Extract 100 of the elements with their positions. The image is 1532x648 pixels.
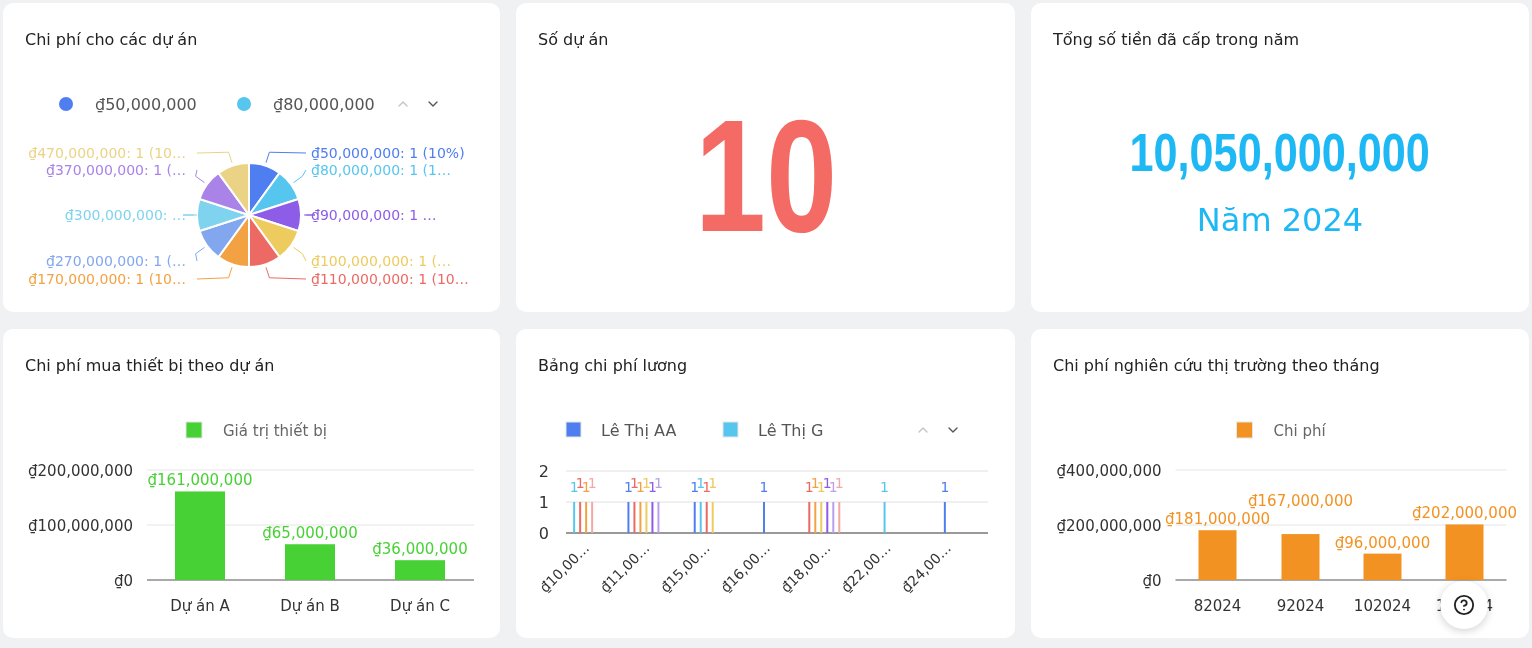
bar[interactable]: [585, 502, 588, 533]
value-label: 1: [822, 475, 832, 491]
bar[interactable]: [579, 502, 582, 533]
leader-line: [293, 169, 307, 184]
value-label: 1: [810, 475, 820, 491]
bar[interactable]: [1281, 534, 1320, 580]
value-label: ₫181,000,000: [1165, 510, 1270, 529]
value-label: 1: [708, 475, 718, 491]
project-count: 10: [694, 96, 837, 256]
leader-line: [265, 151, 307, 164]
card-title: Số dự án: [537, 29, 610, 51]
slice-label: ₫80,000,000: 1 (1…: [311, 162, 451, 178]
axis-label: Dự án C: [390, 597, 450, 615]
bar[interactable]: [711, 502, 714, 533]
value-label: 1: [587, 475, 597, 491]
bar[interactable]: [832, 502, 835, 533]
bar[interactable]: [657, 502, 660, 533]
card-title: Bảng chi phí lương: [537, 355, 689, 377]
slice-label: ₫100,000,000: 1 (…: [311, 253, 451, 269]
pager-down-icon[interactable]: [428, 101, 438, 107]
axis-label: 82024: [1193, 597, 1242, 615]
bar[interactable]: [627, 502, 630, 533]
axis-label: ₫200,000,000: [1056, 517, 1162, 535]
slice-label: ₫170,000,000: 1 (10…: [28, 271, 186, 287]
bar[interactable]: [573, 502, 576, 533]
bar[interactable]: [699, 502, 702, 533]
leader-line: [196, 151, 233, 164]
bar[interactable]: [826, 502, 829, 533]
axis-label: 2: [538, 462, 549, 481]
legend-label[interactable]: Giá trị thiết bị: [223, 422, 327, 440]
bar[interactable]: [1198, 530, 1237, 580]
bar[interactable]: [943, 502, 946, 533]
axis-label: ₫0: [1142, 572, 1162, 590]
leader-line: [265, 266, 307, 280]
value-label: 1: [940, 479, 950, 495]
leader-line: [195, 169, 205, 184]
bar[interactable]: [591, 502, 594, 533]
slice-label: ₫90,000,000: 1 …: [311, 207, 437, 223]
slice-label: ₫110,000,000: 1 (10…: [311, 271, 469, 287]
leader-line: [293, 246, 307, 262]
bar[interactable]: [1363, 553, 1402, 580]
axis-label: Dự án B: [280, 597, 340, 615]
axis-label: ₫400,000,000: [1056, 462, 1162, 480]
legend-label[interactable]: ₫80,000,000: [273, 95, 375, 114]
slice-label: ₫370,000,000: 1 (…: [46, 162, 186, 178]
legend-swatch[interactable]: [722, 421, 739, 438]
bar[interactable]: [814, 502, 817, 533]
legend-label[interactable]: Chi phí: [1273, 422, 1326, 440]
bar[interactable]: [820, 502, 823, 533]
leader-line: [196, 266, 233, 280]
slice-label: ₫300,000,000: …: [64, 207, 186, 223]
leader-line: [303, 214, 316, 216]
legend-swatch[interactable]: [185, 421, 203, 439]
card-title: Tổng số tiền đã cấp trong năm: [1052, 29, 1301, 51]
slice-label: ₫50,000,000: 1 (10%): [311, 145, 465, 161]
legend-dot[interactable]: [59, 97, 73, 111]
leader-line: [195, 246, 205, 262]
bar[interactable]: [808, 502, 811, 533]
axis-label: ₫0: [113, 572, 133, 590]
card-title: Chi phí nghiên cứu thị trường theo tháng: [1052, 355, 1381, 377]
leader-line: [182, 214, 198, 216]
value-label: ₫65,000,000: [262, 524, 358, 543]
axis-label: 0: [538, 524, 549, 543]
card-title: Chi phí cho các dự án: [24, 29, 199, 51]
axis-label: 102024: [1353, 597, 1412, 615]
axis-label: ₫100,000,000: [28, 517, 133, 535]
value-label: ₫167,000,000: [1248, 492, 1353, 511]
value-label: ₫202,000,000: [1412, 504, 1517, 523]
legend-dot[interactable]: [237, 97, 251, 111]
legend-swatch[interactable]: [565, 421, 582, 438]
axis-label: Dự án A: [170, 597, 230, 615]
legend-swatch[interactable]: [1236, 421, 1253, 439]
value-label: 1: [629, 475, 639, 491]
bar[interactable]: [645, 502, 648, 533]
value-label: 1: [653, 475, 663, 491]
bar[interactable]: [838, 502, 841, 533]
legend-label[interactable]: Lê Thị G: [758, 421, 824, 440]
bar[interactable]: [651, 502, 654, 533]
pie-slice[interactable]: [217, 162, 250, 216]
bar[interactable]: [883, 502, 886, 533]
slice-label: ₫270,000,000: 1 (…: [46, 253, 186, 269]
slice-label: ₫470,000,000: 1 (10…: [28, 145, 186, 161]
pie-slice[interactable]: [198, 214, 250, 259]
bar[interactable]: [633, 502, 636, 533]
bar[interactable]: [705, 502, 708, 533]
value-label: 1: [880, 479, 890, 495]
pager-down-icon[interactable]: [948, 427, 958, 433]
total-amount: 10,050,000,000: [1129, 125, 1431, 179]
bar[interactable]: [693, 502, 696, 533]
legend-label[interactable]: ₫50,000,000: [95, 95, 197, 114]
value-label: 1: [834, 475, 844, 491]
axis-label: 1: [538, 493, 549, 512]
value-label: 1: [575, 475, 585, 491]
card-title: Chi phí mua thiết bị theo dự án: [24, 355, 276, 377]
value-label: ₫36,000,000: [372, 540, 468, 559]
axis-label: ₫200,000,000: [28, 462, 133, 480]
bar[interactable]: [639, 502, 642, 533]
value-label: ₫96,000,000: [1334, 533, 1431, 552]
legend-label[interactable]: Lê Thị AA: [601, 421, 677, 440]
year-label: Năm 2024: [1196, 201, 1364, 239]
